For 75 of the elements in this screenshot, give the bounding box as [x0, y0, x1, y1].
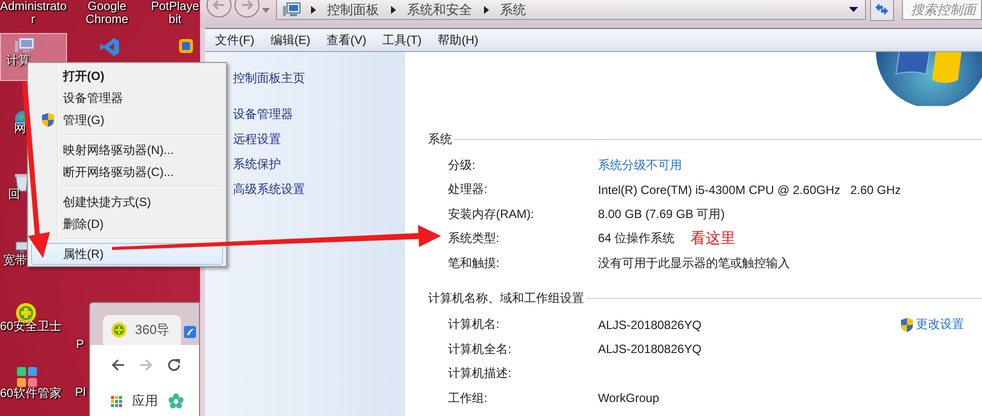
nav-link[interactable]: 高级系统设置	[233, 177, 405, 202]
icon-label[interactable]: 60安全卫士	[0, 320, 70, 333]
flower-icon[interactable]	[168, 393, 184, 409]
nav-link[interactable]: 系统保护	[233, 152, 405, 177]
field-label: 计算机全名:	[448, 340, 512, 358]
tiles-icon[interactable]	[16, 366, 38, 388]
shield-icon	[40, 112, 54, 128]
menu-item[interactable]: 创建快捷方式(S)	[31, 191, 223, 213]
menu-item[interactable]: 工具(T)	[382, 32, 422, 48]
network-icon[interactable]	[14, 240, 30, 254]
shield-plus-icon	[111, 322, 127, 338]
field-label: 计算机名:	[448, 316, 500, 334]
breadcrumb-item[interactable]: 控制面板	[327, 0, 379, 18]
tab-title: 360导	[135, 321, 170, 339]
nav-link[interactable]: 设备管理器	[233, 102, 405, 127]
code-editor-icon[interactable]	[99, 36, 121, 58]
field-label: 笔和触摸:	[448, 254, 500, 272]
field-value: ALJS-20180826YQ	[598, 342, 702, 356]
section-title: 计算机名称、域和工作组设置	[428, 290, 584, 307]
back-arrow-icon[interactable]	[110, 357, 126, 373]
refresh-icon[interactable]	[870, 0, 894, 21]
menu-item[interactable]: 删除(D)	[31, 213, 223, 235]
browser-tab[interactable]: 360导	[103, 315, 181, 345]
breadcrumb-item[interactable]: 系统和安全	[407, 0, 472, 18]
reload-icon[interactable]	[166, 357, 182, 373]
change-settings-link[interactable]: 更改设置	[900, 316, 964, 334]
annotation-text: 看这里	[690, 229, 736, 248]
icon-label[interactable]: 60软件管家	[0, 387, 70, 400]
search-placeholder: 搜索控制面	[911, 0, 976, 18]
menu-item[interactable]: 打开(O)	[31, 65, 223, 87]
field-value: ALJS-20180826YQ	[598, 318, 702, 332]
field-value: 没有可用于此显示器的笔或触控输入	[598, 254, 790, 272]
page-icon	[183, 325, 197, 339]
field-label: 系统类型:	[448, 230, 500, 248]
icon-label[interactable]: 回	[8, 188, 28, 201]
shield-icon	[900, 316, 914, 333]
field-label: 分级:	[448, 156, 476, 174]
menu-item[interactable]: 查看(V)	[326, 32, 366, 48]
player-icon[interactable]	[178, 38, 194, 54]
field-value: 8.00 GB (7.69 GB 可用)	[598, 206, 725, 223]
menu-item[interactable]: 文件(F)	[215, 32, 254, 48]
apps-grid-icon	[111, 396, 122, 406]
menu-item[interactable]: 断开网络驱动器(C)...	[31, 161, 223, 183]
chevron-right-icon	[311, 6, 317, 14]
icon-label[interactable]: Google Chrome	[76, 0, 138, 26]
icon-label[interactable]: PotPlaye bit	[150, 0, 200, 26]
computer-icon	[283, 2, 301, 18]
nav-link[interactable]: 控制面板主页	[233, 66, 405, 91]
icon-label[interactable]: Pl	[75, 386, 88, 399]
chevron-right-icon	[484, 6, 490, 14]
address-bar[interactable]: 控制面板 系统和安全 系统	[276, 0, 866, 20]
browser-window[interactable]: 360导 应用	[89, 302, 200, 416]
field-value: 64 位操作系统	[598, 230, 675, 248]
menu-item[interactable]: 编辑(E)	[270, 32, 310, 48]
menu-item[interactable]: 设备管理器	[31, 87, 223, 109]
section-title: 系统	[428, 130, 452, 148]
rating-link[interactable]: 系统分级不可用	[598, 156, 682, 174]
menu-item[interactable]: 管理(G)	[31, 109, 223, 131]
field-label: 安装内存(RAM):	[448, 206, 535, 223]
menu-item[interactable]: 映射网络驱动器(N)...	[31, 139, 223, 161]
field-label: 工作组:	[448, 390, 488, 407]
back-button[interactable]	[206, 0, 232, 20]
caret-icon[interactable]	[849, 6, 859, 12]
icon-label[interactable]: P	[76, 338, 88, 351]
nav-link[interactable]: 远程设置	[233, 127, 405, 152]
chevron-right-icon	[391, 6, 397, 14]
menu-item[interactable]: 帮助(H)	[438, 32, 478, 48]
icon-label[interactable]: Administrato r	[0, 0, 66, 26]
breadcrumb-item[interactable]: 系统	[500, 0, 526, 18]
field-label: 计算机描述:	[448, 365, 512, 382]
field-label: 处理器:	[448, 181, 488, 198]
field-value: Intel(R) Core(TM) i5-4300M CPU @ 2.60GHz 2.60 GHz	[598, 182, 901, 197]
field-value: WorkGroup	[598, 391, 660, 406]
bookmark-label: 应用	[132, 392, 158, 410]
forward-button[interactable]	[234, 0, 260, 20]
